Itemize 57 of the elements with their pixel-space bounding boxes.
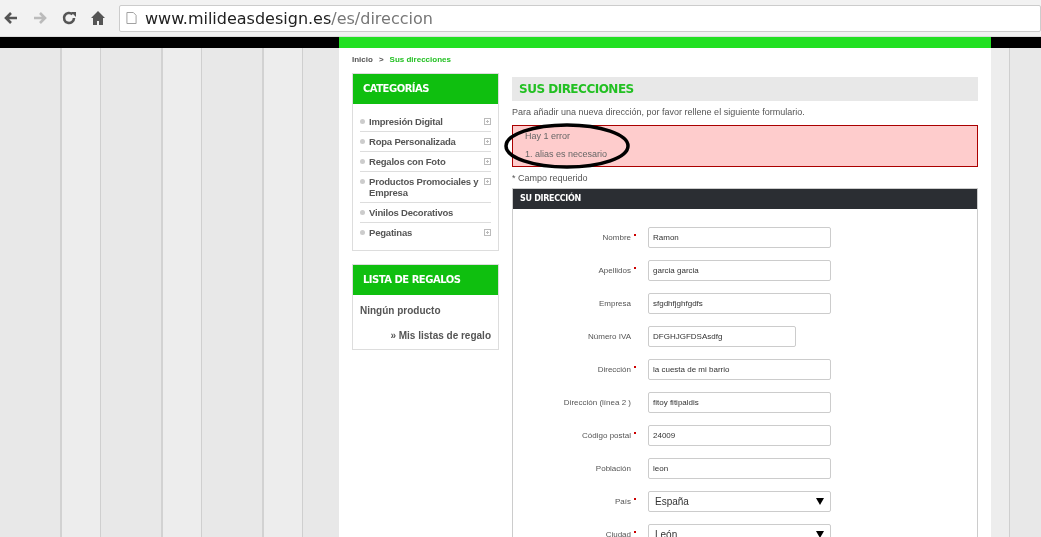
dropdown-arrow-icon: [816, 531, 824, 537]
text-field[interactable]: DFGHJGFDSAsdfg: [648, 326, 796, 347]
field-label: Apellidos: [598, 266, 631, 275]
expand-icon[interactable]: [484, 138, 491, 145]
bullet-icon: [360, 230, 365, 235]
category-item[interactable]: Vinilos Decorativos: [360, 203, 491, 223]
field-label: País: [615, 497, 631, 506]
select-field[interactable]: España: [648, 491, 831, 512]
text-field[interactable]: la cuesta de mi barrio: [648, 359, 831, 380]
panel-title: CATEGORÍAS: [353, 74, 498, 104]
field-label: Población: [595, 464, 631, 473]
gift-list-link[interactable]: » Mis listas de regalo: [390, 330, 491, 341]
expand-icon[interactable]: [484, 118, 491, 125]
expand-icon[interactable]: [484, 178, 491, 185]
category-item[interactable]: Regalos con Foto: [360, 152, 491, 172]
empty-text: Ningún producto: [360, 304, 442, 318]
text-field[interactable]: Ramon: [648, 227, 831, 248]
bullet-icon: [360, 139, 365, 144]
field-label: Dirección (línea 2 ): [563, 398, 631, 407]
bullet-icon: [360, 119, 365, 124]
category-item[interactable]: Impresión Digital: [360, 112, 491, 132]
field-label: Código postal: [582, 431, 631, 440]
intro-text: Para añadir una nueva dirección, por favor rellene el siguiente formulario.: [512, 107, 806, 117]
category-item[interactable]: Pegatinas: [360, 223, 491, 242]
page-icon: [126, 11, 137, 25]
field-label: Ciudad: [605, 530, 631, 537]
url-text: www.milideasdesign.es/es/direccion: [145, 8, 433, 28]
field-label: Número IVA: [588, 332, 631, 341]
field-label: Nombre: [602, 233, 631, 242]
field-label: Empresa: [599, 299, 631, 308]
text-field[interactable]: garcia garcia: [648, 260, 831, 281]
expand-icon[interactable]: [484, 158, 491, 165]
form-title: SU DIRECCIÓN: [513, 189, 977, 209]
field-label: Dirección: [597, 365, 631, 374]
text-field[interactable]: 24009: [648, 425, 831, 446]
address-bar[interactable]: www.milideasdesign.es/es/direccion: [119, 4, 1041, 32]
text-field[interactable]: leon: [648, 458, 831, 479]
page-title: SUS DIRECCIONES: [512, 77, 978, 101]
reload-icon[interactable]: [61, 10, 77, 26]
bullet-icon: [360, 179, 365, 184]
required-note: * Campo requerido: [512, 173, 589, 183]
bullet-icon: [360, 210, 365, 215]
panel-title: LISTA DE REGALOS: [353, 265, 498, 295]
breadcrumb-separator: >: [378, 55, 384, 66]
home-icon[interactable]: [90, 10, 106, 26]
back-icon[interactable]: [3, 10, 19, 26]
expand-icon[interactable]: [484, 229, 491, 236]
category-item[interactable]: Ropa Personalizada: [360, 132, 491, 152]
forward-icon[interactable]: [32, 10, 48, 26]
error-heading: Hay 1 error: [525, 131, 571, 141]
error-message: 1. alias es necesario: [525, 149, 609, 159]
dropdown-arrow-icon: [816, 498, 824, 505]
text-field[interactable]: fitoy fitipaldis: [648, 392, 831, 413]
bullet-icon: [360, 159, 365, 164]
category-item[interactable]: Productos Promociales y Empresa: [360, 172, 491, 203]
breadcrumb-link[interactable]: Inicio: [352, 55, 373, 69]
text-field[interactable]: sfgdhfjghfgdfs: [648, 293, 831, 314]
